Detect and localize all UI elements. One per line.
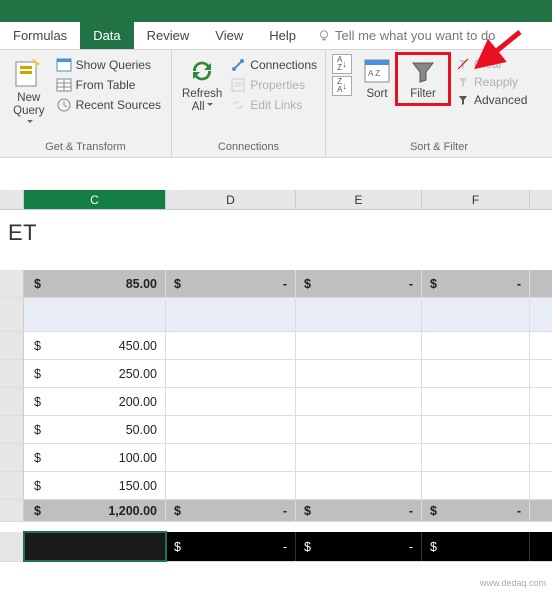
sort-icon: A Z <box>363 56 391 86</box>
col-header-d[interactable]: D <box>166 190 296 209</box>
cell[interactable]: $150.00 <box>24 472 166 499</box>
tell-me-label: Tell me what you want to do <box>335 28 495 43</box>
col-header-e[interactable]: E <box>296 190 422 209</box>
cell[interactable]: $450.00 <box>24 332 166 359</box>
clear-button: Clear <box>452 56 531 72</box>
edit-links-icon <box>230 97 246 113</box>
reapply-icon <box>456 75 470 89</box>
col-header-c[interactable]: C <box>24 190 166 209</box>
advanced-icon <box>456 93 470 107</box>
data-row[interactable]: $100.00 <box>0 444 552 472</box>
data-row[interactable]: $50.00 <box>0 416 552 444</box>
properties-button: Properties <box>226 76 321 94</box>
show-queries-icon <box>56 57 72 73</box>
data-row[interactable]: $250.00 <box>0 360 552 388</box>
tab-review[interactable]: Review <box>134 22 203 49</box>
blank-row[interactable] <box>0 298 552 332</box>
title-cell[interactable]: ET <box>0 210 552 256</box>
from-table-button[interactable]: From Table <box>52 76 165 94</box>
refresh-all-button[interactable]: Refresh All <box>178 54 226 116</box>
properties-icon <box>230 77 246 93</box>
cell[interactable]: $- <box>422 270 530 297</box>
cell[interactable]: $- <box>166 532 296 561</box>
new-query-button[interactable]: New Query <box>6 54 52 134</box>
cell[interactable]: $85.00 <box>24 270 166 297</box>
sort-az-button[interactable]: AZ↓ <box>332 54 352 74</box>
filter-button[interactable]: Filter <box>401 56 445 102</box>
edit-links-button: Edit Links <box>226 96 321 114</box>
data-row[interactable]: $450.00 <box>0 332 552 360</box>
show-queries-button[interactable]: Show Queries <box>52 56 165 74</box>
group-label-conn: Connections <box>178 138 319 157</box>
ribbon-tabs: Formulas Data Review View Help Tell me w… <box>0 22 552 50</box>
ribbon: New Query Show Queries From Table Recent… <box>0 50 552 158</box>
refresh-icon <box>187 56 217 86</box>
cell[interactable]: $100.00 <box>24 444 166 471</box>
cell[interactable]: $1,200.00 <box>24 500 166 521</box>
group-sort-filter: AZ↓ ZA↓ A Z Sort Filter <box>326 50 552 157</box>
group-connections: Refresh All Connections Properties Edit … <box>172 50 326 157</box>
reapply-button: Reapply <box>452 74 531 90</box>
summary-row[interactable]: $85.00 $- $- $- <box>0 270 552 298</box>
spreadsheet-grid[interactable]: ET $85.00 $- $- $- $450.00 $250.00 $200.… <box>0 210 552 562</box>
data-row[interactable]: $200.00 <box>0 388 552 416</box>
lightbulb-icon <box>317 29 331 43</box>
funnel-icon <box>409 58 437 86</box>
group-get-transform: New Query Show Queries From Table Recent… <box>0 50 172 157</box>
cell[interactable]: $- <box>166 500 296 521</box>
group-label-get: Get & Transform <box>6 138 165 157</box>
tab-data[interactable]: Data <box>80 22 133 49</box>
cell[interactable]: $- <box>166 270 296 297</box>
sort-za-button[interactable]: ZA↓ <box>332 76 352 96</box>
col-header-f[interactable]: F <box>422 190 530 209</box>
connections-icon <box>230 57 246 73</box>
cell[interactable]: $- <box>296 532 422 561</box>
cell[interactable]: $250.00 <box>24 360 166 387</box>
recent-sources-button[interactable]: Recent Sources <box>52 96 165 114</box>
filter-highlight: Filter <box>395 52 451 106</box>
active-cell[interactable] <box>24 532 166 561</box>
cell[interactable]: $ <box>422 532 530 561</box>
cell[interactable]: $200.00 <box>24 388 166 415</box>
data-row[interactable]: $150.00 <box>0 472 552 500</box>
cell[interactable]: $50.00 <box>24 416 166 443</box>
select-all-corner[interactable] <box>0 190 24 209</box>
clear-icon <box>456 57 470 71</box>
title-bar <box>0 0 552 22</box>
total-row[interactable]: $1,200.00 $- $- $- <box>0 500 552 522</box>
sort-small-buttons: AZ↓ ZA↓ <box>332 54 352 96</box>
black-row[interactable]: $- $- $ <box>0 532 552 562</box>
cell[interactable]: $- <box>296 270 422 297</box>
watermark: www.dedaq.com <box>480 578 546 588</box>
advanced-button[interactable]: Advanced <box>452 92 531 108</box>
from-table-icon <box>56 77 72 93</box>
group-label-sort: Sort & Filter <box>332 138 546 157</box>
connections-button[interactable]: Connections <box>226 56 321 74</box>
column-headers: C D E F <box>0 190 552 210</box>
tab-view[interactable]: View <box>202 22 256 49</box>
sort-button[interactable]: A Z Sort <box>357 54 397 102</box>
tab-help[interactable]: Help <box>256 22 309 49</box>
svg-text:A Z: A Z <box>368 69 380 78</box>
cell[interactable]: $- <box>296 500 422 521</box>
recent-sources-icon <box>56 97 72 113</box>
tell-me-search[interactable]: Tell me what you want to do <box>317 22 495 49</box>
cell[interactable]: $- <box>422 500 530 521</box>
new-query-icon <box>14 56 44 90</box>
tab-formulas[interactable]: Formulas <box>0 22 80 49</box>
